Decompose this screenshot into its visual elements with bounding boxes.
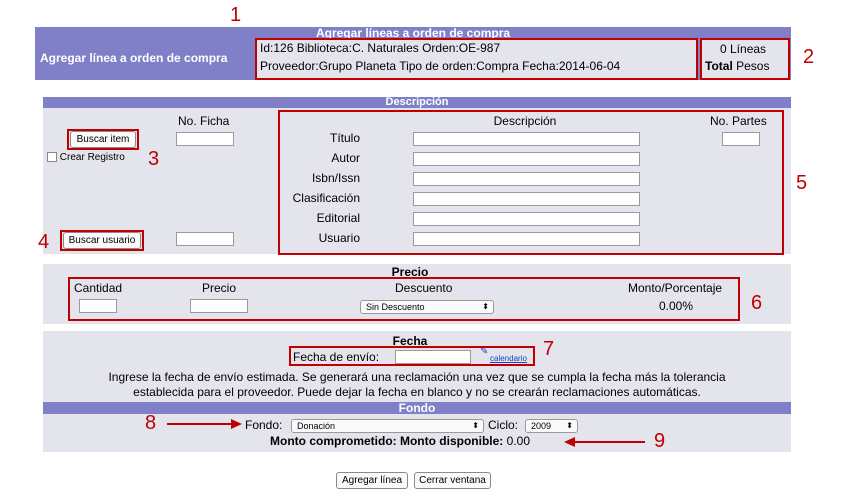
crear-registro-checkbox[interactable] [47,152,57,163]
header-left-label: Agregar línea a orden de compra [40,51,228,65]
annotation-arrowhead-8 [231,419,242,429]
marker-4: 4 [38,231,50,253]
marker-7: 7 [543,338,555,360]
annotation-box-1 [255,38,698,80]
annotation-box-3 [67,129,139,150]
monto-disponible-value: 0.00 [503,434,530,448]
ciclo-label: Ciclo: [488,418,519,432]
fecha-help-line2: establecida para el proveedor. Puede dej… [133,385,701,399]
annotation-arrowhead-9 [564,437,575,447]
annotation-box-5 [278,110,784,255]
marker-6: 6 [751,292,763,314]
crear-registro-row: Crear Registro [47,152,125,163]
monto-comprometido-label: Monto comprometido: Monto disponible: [270,434,504,448]
marker-9: 9 [654,430,666,452]
marker-8: 8 [145,412,157,434]
annotation-box-4 [60,230,144,251]
descripcion-bar: Descripción [43,97,791,108]
crear-registro-label: Crear Registro [59,152,125,163]
select-arrows-icon: ⬍ [566,421,573,430]
agregar-linea-button[interactable]: Agregar línea [336,472,408,489]
no-ficha-label: No. Ficha [178,114,230,128]
ciclo-select[interactable]: 2009 ⬍ [525,419,578,433]
annotation-box-7 [289,346,535,366]
annotation-arrow-8 [167,423,233,425]
fondo-value: Donación [297,421,336,431]
cerrar-ventana-button[interactable]: Cerrar ventana [414,472,491,489]
fecha-help-line1: Ingrese la fecha de envío estimada. Se g… [108,370,726,384]
marker-2: 2 [803,46,815,68]
marker-5: 5 [796,172,808,194]
ciclo-value: 2009 [531,421,552,431]
monto-comprometido-row: Monto comprometido: Monto disponible: 0.… [270,434,530,448]
no-ficha-input[interactable] [176,132,234,146]
descripcion-title: Descripción [385,96,449,108]
annotation-arrow-9 [575,441,645,443]
annotation-box-2 [700,38,790,80]
fondo-select[interactable]: Donación ⬍ [291,419,484,433]
marker-1: 1 [230,4,242,26]
select-arrows-icon: ⬍ [472,421,479,430]
usuario-id-input[interactable] [176,232,234,246]
annotation-box-6 [68,277,740,321]
fondo-title: Fondo [398,401,436,415]
marker-3: 3 [148,148,160,170]
fondo-label: Fondo: [245,418,283,432]
